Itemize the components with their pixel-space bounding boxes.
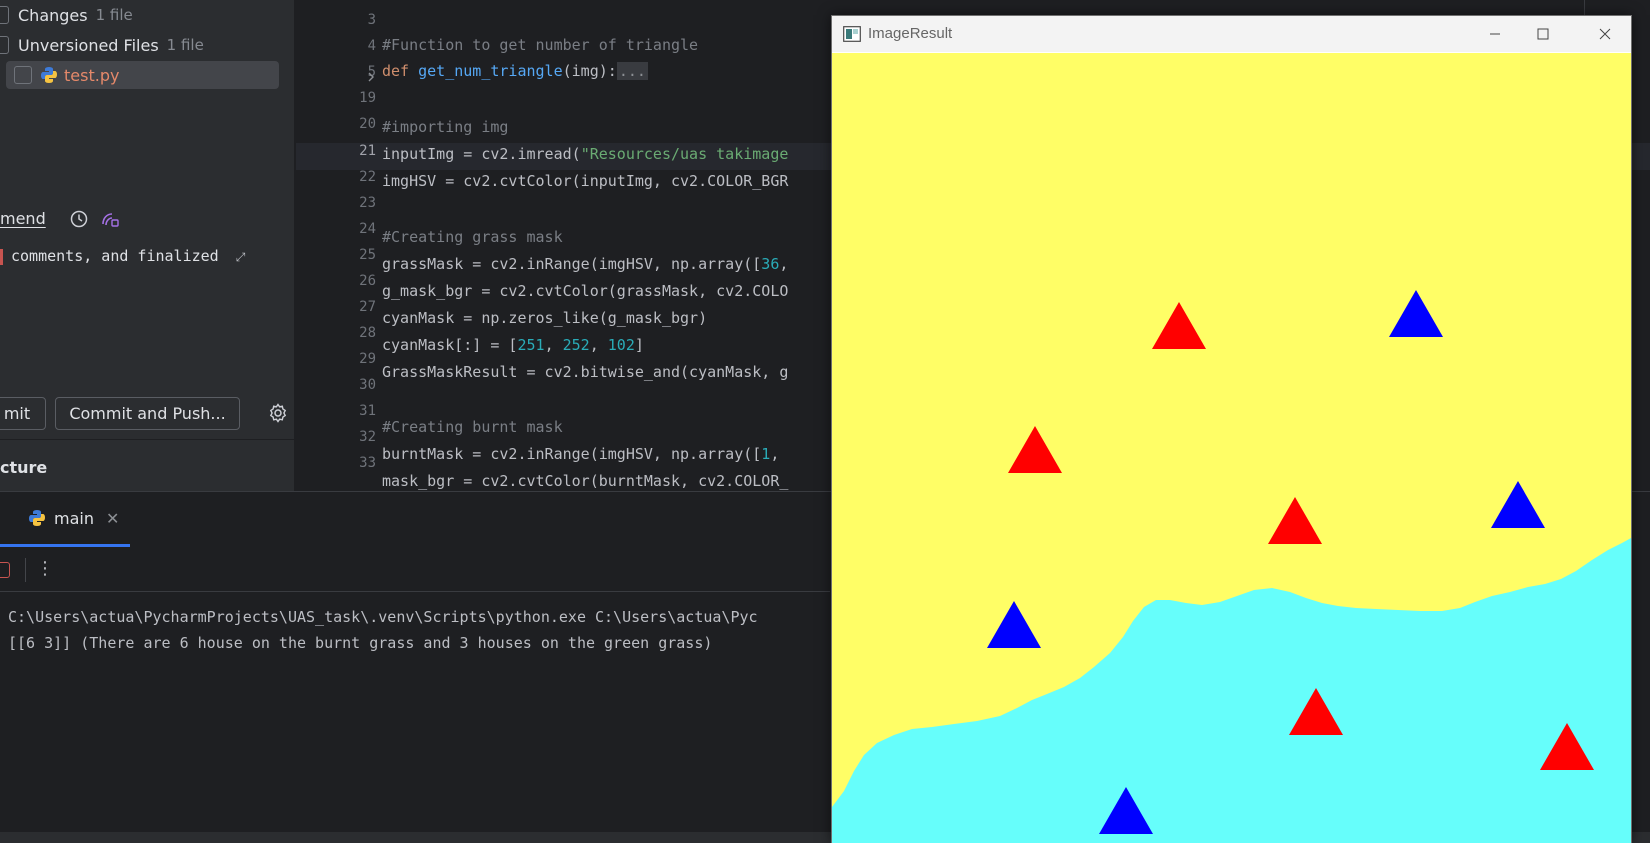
run-toolbar: ⋮ (0, 548, 830, 592)
line-number: 33 (359, 455, 376, 471)
file-row-test-py[interactable]: test.py (6, 61, 279, 89)
code-number: 36 (761, 255, 780, 273)
line-number: 28 (359, 325, 376, 341)
window-app-icon (843, 26, 861, 46)
code-text: , (589, 336, 608, 354)
line-number: 29 (359, 351, 376, 367)
code-number: 252 (562, 336, 590, 354)
line-number: 20 (359, 116, 376, 132)
unversioned-count: 1 file (166, 36, 204, 54)
unversioned-checkbox[interactable] (0, 36, 9, 54)
changes-checkbox[interactable] (0, 6, 9, 24)
code-line-33: mask_bgr = cv2.cvtColor(burntMask, cv2.C… (382, 472, 789, 490)
python-icon (28, 509, 46, 527)
line-number: 25 (359, 247, 376, 263)
unversioned-group[interactable]: Unversioned Files 1 file (0, 32, 204, 58)
code-text: , (544, 336, 563, 354)
close-button[interactable] (1582, 16, 1628, 52)
commit-button[interactable]: mit (0, 397, 46, 430)
file-name: test.py (64, 65, 120, 85)
run-tab-label: main (54, 508, 94, 528)
line-number: 24 (359, 221, 376, 237)
commit-button-label: mit (3, 404, 31, 423)
code-string: "Resources/uas takimage (580, 145, 789, 163)
code-text: , (770, 445, 780, 463)
code-text: , (779, 255, 789, 273)
window-titlebar[interactable]: ImageResult (832, 16, 1631, 52)
code-line-25: grassMask = cv2.inRange(imgHSV, np.array… (382, 255, 788, 273)
line-number: 32 (359, 429, 376, 445)
line-number: 21 (359, 143, 376, 159)
code-keyword: def (382, 62, 419, 80)
commit-message-text: comments, and finalized (11, 247, 219, 265)
code-line-26: g_mask_bgr = cv2.cvtColor(grassMask, cv2… (382, 282, 789, 300)
code-line-24: #Creating grass mask (382, 228, 563, 246)
line-number: 3 (367, 12, 376, 28)
python-file-icon (40, 66, 58, 84)
code-line-21: inputImg = cv2.imread("Resources/uas tak… (382, 145, 788, 163)
changes-group[interactable]: Changes 1 file (0, 2, 133, 28)
code-number: 1 (761, 445, 771, 463)
line-number: 30 (359, 377, 376, 393)
line-number: 19 (359, 90, 376, 106)
code-line-31: #Creating burnt mask (382, 418, 563, 436)
code-line-32: burntMask = cv2.inRange(imgHSV, np.array… (382, 445, 779, 463)
code-line-5: def get_num_triangle(img):... (382, 62, 648, 80)
file-checkbox[interactable] (14, 66, 32, 84)
code-line-28: cyanMask[:] = [251, 252, 102] (382, 336, 644, 354)
line-number: 4 (367, 38, 376, 54)
line-number: 27 (359, 299, 376, 315)
maximize-button[interactable] (1520, 16, 1566, 52)
code-line-29: GrassMaskResult = cv2.bitwise_and(cyanMa… (382, 363, 789, 381)
code-line-4: #Function to get number of triangle (382, 36, 699, 54)
code-text: burntMask = cv2.inRange(imgHSV, np.array… (382, 445, 762, 463)
structure-panel-header[interactable]: cture (0, 439, 294, 491)
fold-chevron-icon[interactable] (366, 67, 376, 86)
line-number-gutter: 3 4 5 19 20 21 22 23 24 25 26 27 28 29 30 31 32 33 (296, 0, 376, 491)
changes-label: Changes (18, 5, 88, 25)
image-result-window[interactable]: ImageResult (831, 15, 1632, 843)
amend-checkbox-label[interactable]: mend (0, 209, 46, 228)
line-number: 22 (359, 169, 376, 185)
line-number: 31 (359, 403, 376, 419)
minimize-button[interactable] (1472, 16, 1518, 52)
result-image (832, 53, 1631, 843)
toolbar-divider (25, 558, 26, 582)
ai-assistant-icon[interactable] (100, 210, 120, 228)
folded-region[interactable]: ... (616, 62, 648, 80)
gear-icon[interactable] (268, 403, 288, 427)
code-text: grassMask = cv2.inRange(imgHSV, np.array… (382, 255, 762, 273)
console-output-line: C:\Users\actua\PycharmProjects\UAS_task\… (8, 608, 758, 626)
line-number: 26 (359, 273, 376, 289)
history-icon[interactable] (70, 210, 88, 228)
commit-message-input[interactable]: comments, and finalized ⤢ (0, 247, 245, 265)
unversioned-label: Unversioned Files (18, 35, 159, 55)
commit-panel: Changes 1 file Unversioned Files 1 file … (0, 0, 295, 491)
console-output-line: [[6 3]] (There are 6 house on the burnt … (8, 634, 713, 652)
code-number: 102 (607, 336, 635, 354)
code-line-22: imgHSV = cv2.cvtColor(inputImg, cv2.COLO… (382, 172, 789, 190)
code-text: inputImg = cv2.imread( (382, 145, 581, 163)
code-line-27: cyanMask = np.zeros_like(g_mask_bgr) (382, 309, 708, 327)
stop-button[interactable] (0, 562, 10, 578)
code-line-20: #importing img (382, 118, 509, 136)
expand-message-icon[interactable]: ⤢ (236, 250, 246, 264)
close-tab-icon[interactable]: ✕ (106, 509, 119, 528)
commit-and-push-button[interactable]: Commit and Push... (55, 397, 240, 430)
code-function-name: get_num_triangle (418, 62, 563, 80)
changes-count: 1 file (95, 6, 133, 24)
code-text: ] (634, 336, 644, 354)
commit-message-marker (0, 248, 3, 265)
line-number: 23 (359, 195, 376, 211)
code-args: (img): (562, 62, 617, 80)
commit-and-push-label: Commit and Push... (69, 404, 226, 423)
amend-row: mend (0, 209, 120, 228)
window-title: ImageResult (868, 25, 953, 42)
more-options-icon[interactable]: ⋮ (36, 558, 54, 579)
structure-label: cture (0, 458, 48, 477)
code-number: 251 (517, 336, 545, 354)
code-text: cyanMask[:] = [ (382, 336, 518, 354)
run-tab-main[interactable]: main ✕ (0, 492, 130, 547)
result-image-svg (832, 53, 1631, 843)
